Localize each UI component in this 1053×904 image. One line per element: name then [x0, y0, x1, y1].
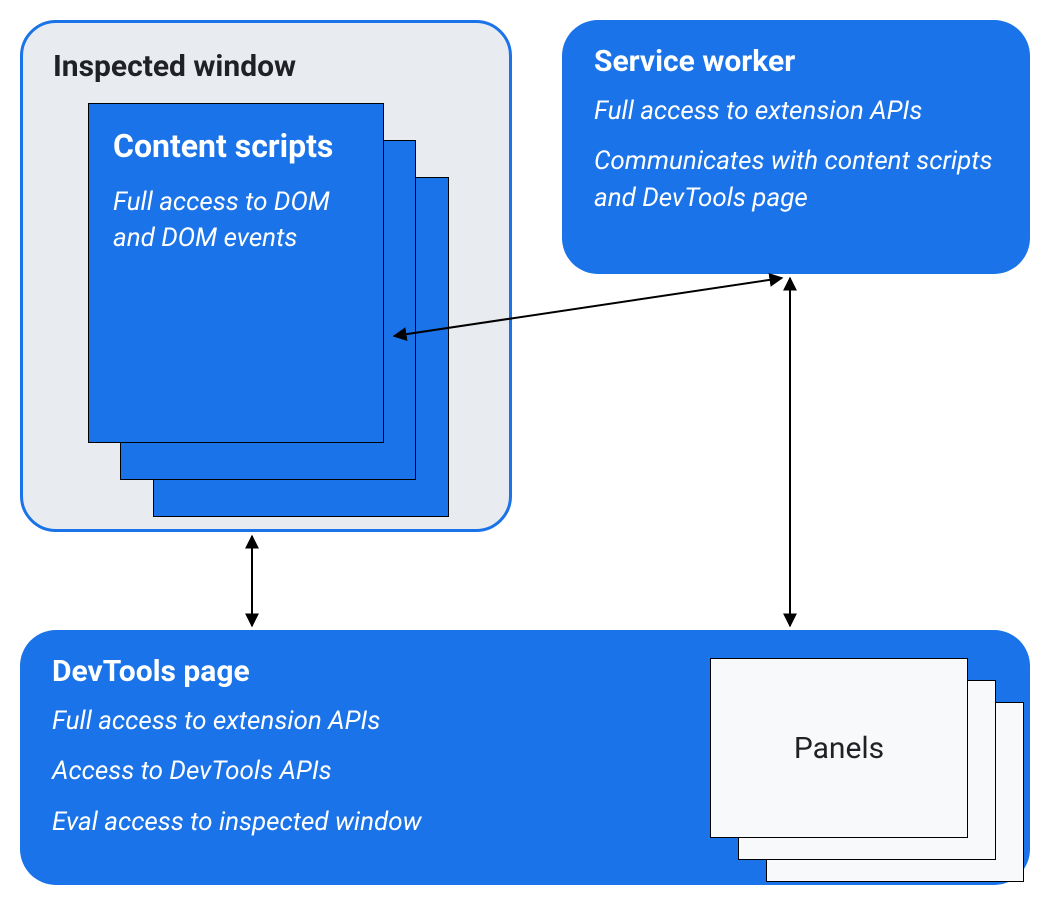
panels-label: Panels [794, 731, 884, 766]
panels-card-front: Panels [710, 658, 968, 838]
service-worker-title: Service worker [594, 44, 1000, 79]
diagram-stage: Inspected window Content scripts Full ac… [0, 0, 1053, 904]
service-worker-desc-2: Communicates with content scripts and De… [594, 143, 1000, 216]
content-scripts-desc: Full access to DOM and DOM events [113, 184, 359, 257]
inspected-window-title: Inspected window [53, 49, 479, 84]
content-scripts-title: Content scripts [113, 126, 359, 166]
service-worker-box: Service worker Full access to extension … [562, 20, 1030, 274]
content-scripts-card-front: Content scripts Full access to DOM and D… [88, 103, 384, 443]
service-worker-desc-1: Full access to extension APIs [594, 93, 1000, 129]
